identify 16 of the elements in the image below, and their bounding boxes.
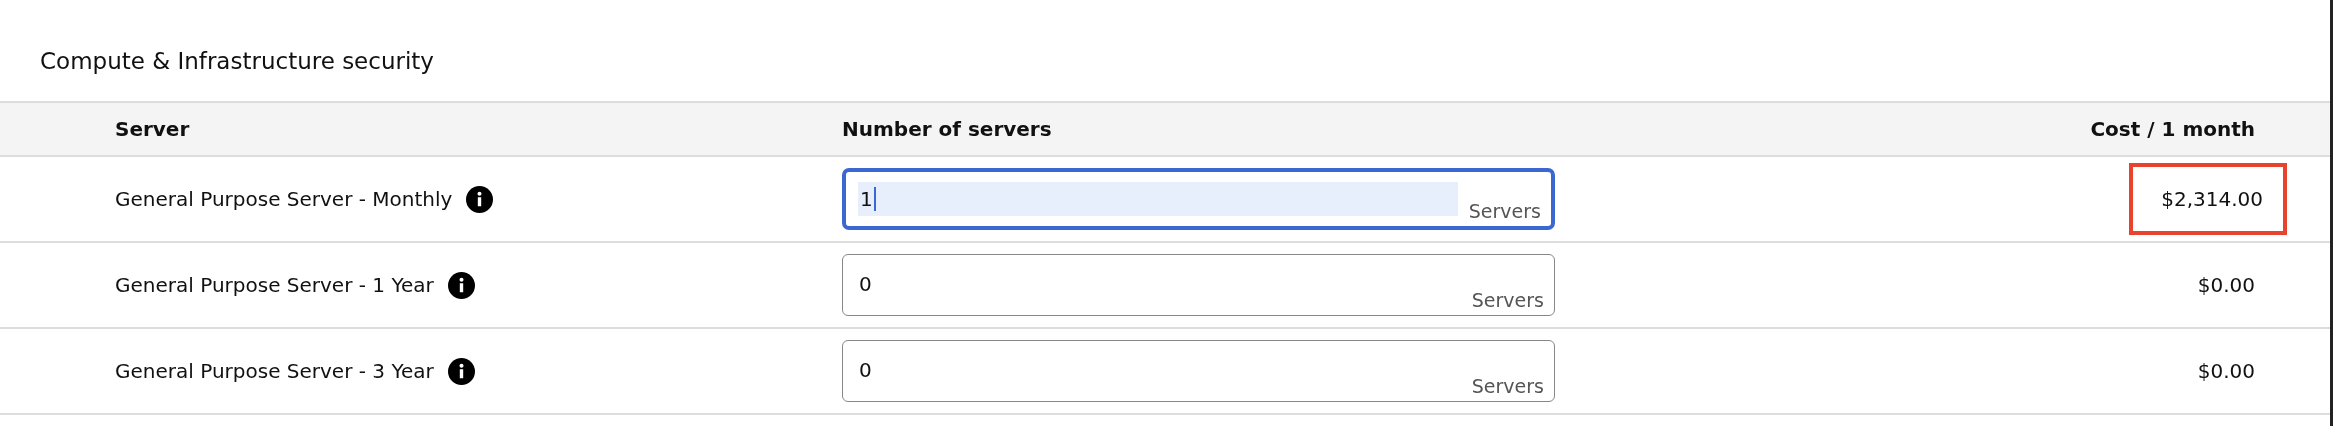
cost-value: $0.00 xyxy=(2197,358,2255,385)
server-name: General Purpose Server - 3 Year xyxy=(115,359,434,383)
column-header: Number of servers xyxy=(842,117,1052,141)
cost-value: $0.00 xyxy=(2197,272,2255,299)
number-field[interactable]: 0 Servers xyxy=(842,340,1555,402)
section-title: Compute & Infrastructure security xyxy=(40,47,434,76)
server-name: General Purpose Server - Monthly xyxy=(115,187,453,211)
server-name: General Purpose Server - 1 Year xyxy=(115,273,434,297)
info-icon[interactable] xyxy=(447,271,475,299)
number-field[interactable]: 0 Servers xyxy=(842,254,1555,316)
column-header: Cost / 1 month xyxy=(2090,117,2255,141)
info-icon[interactable] xyxy=(447,357,475,385)
highlighted-cost: $2,314.00 xyxy=(2129,163,2287,235)
number-field[interactable]: 1 Servers xyxy=(842,168,1555,230)
info-icon[interactable] xyxy=(466,185,494,213)
column-header: Server xyxy=(115,117,190,141)
